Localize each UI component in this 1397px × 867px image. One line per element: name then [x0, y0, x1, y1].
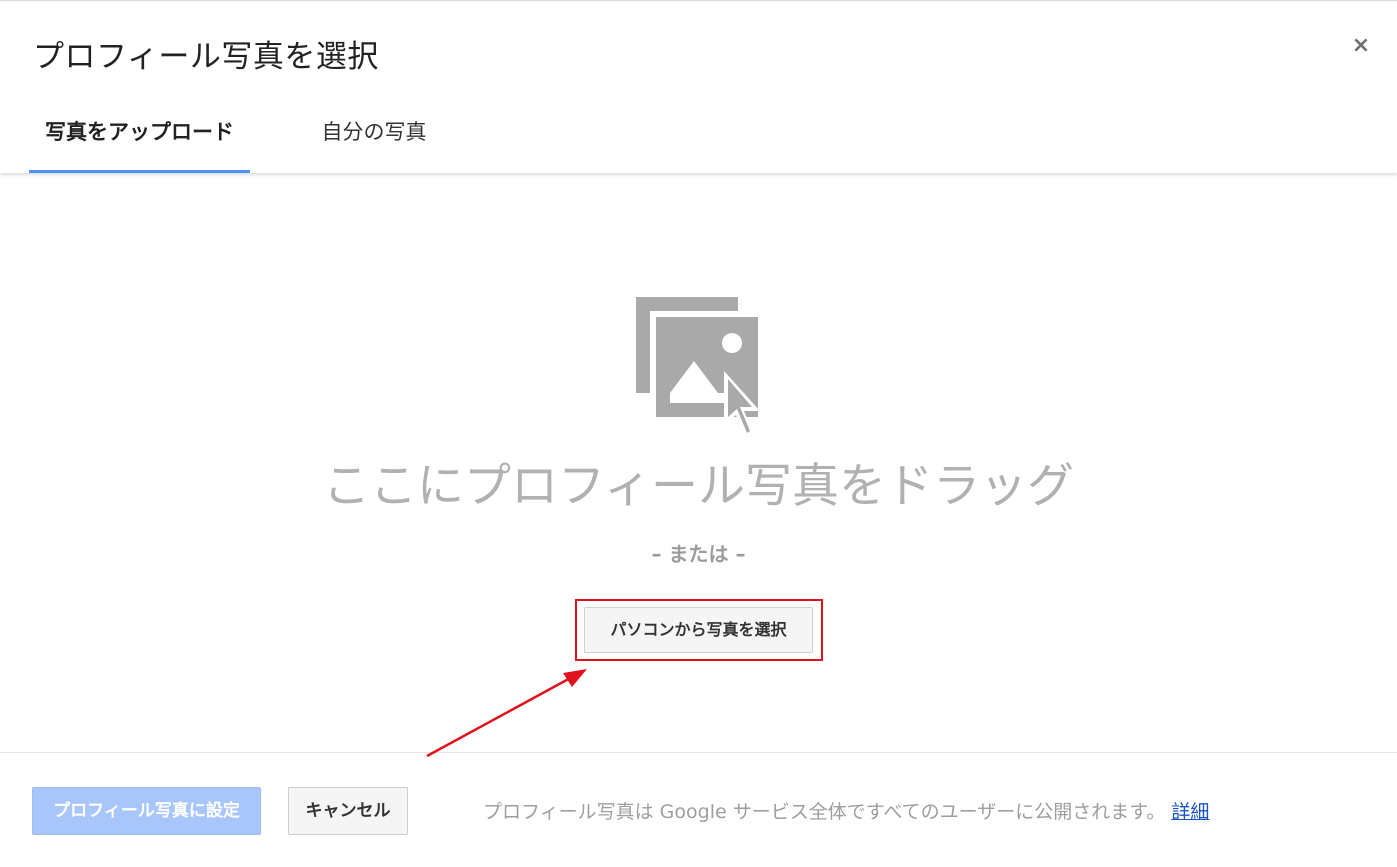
set-profile-photo-button[interactable]: プロフィール写真に設定 [32, 787, 261, 835]
dialog-header: プロフィール写真を選択 × 写真をアップロード 自分の写真 [0, 1, 1397, 173]
dialog-title: プロフィール写真を選択 [33, 39, 379, 75]
drag-instruction: ここにプロフィール写真をドラッグ [322, 459, 1075, 514]
tab-my-photos[interactable]: 自分の写真 [300, 105, 448, 173]
upload-drop-zone[interactable]: ここにプロフィール写真をドラッグ – または – パソコンから写真を選択 [0, 173, 1397, 752]
visibility-notice: プロフィール写真は Google サービス全体ですべてのユーザーに公開されます。 [483, 801, 1166, 823]
or-separator: – または – [651, 542, 746, 566]
tab-upload-photo[interactable]: 写真をアップロード [29, 105, 250, 173]
profile-photo-dialog: プロフィール写真を選択 × 写真をアップロード 自分の写真 ここにプロフィール写… [0, 0, 1397, 867]
image-upload-icon [636, 297, 760, 439]
select-from-computer-button[interactable]: パソコンから写真を選択 [584, 607, 813, 653]
dialog-footer: プロフィール写真に設定 キャンセル プロフィール写真は Google サービス全… [0, 752, 1397, 867]
close-icon[interactable]: × [1347, 31, 1375, 61]
cancel-button[interactable]: キャンセル [288, 787, 408, 835]
details-link[interactable]: 詳細 [1171, 801, 1209, 823]
footer-note: プロフィール写真は Google サービス全体ですべてのユーザーに公開されます。… [483, 797, 1209, 824]
